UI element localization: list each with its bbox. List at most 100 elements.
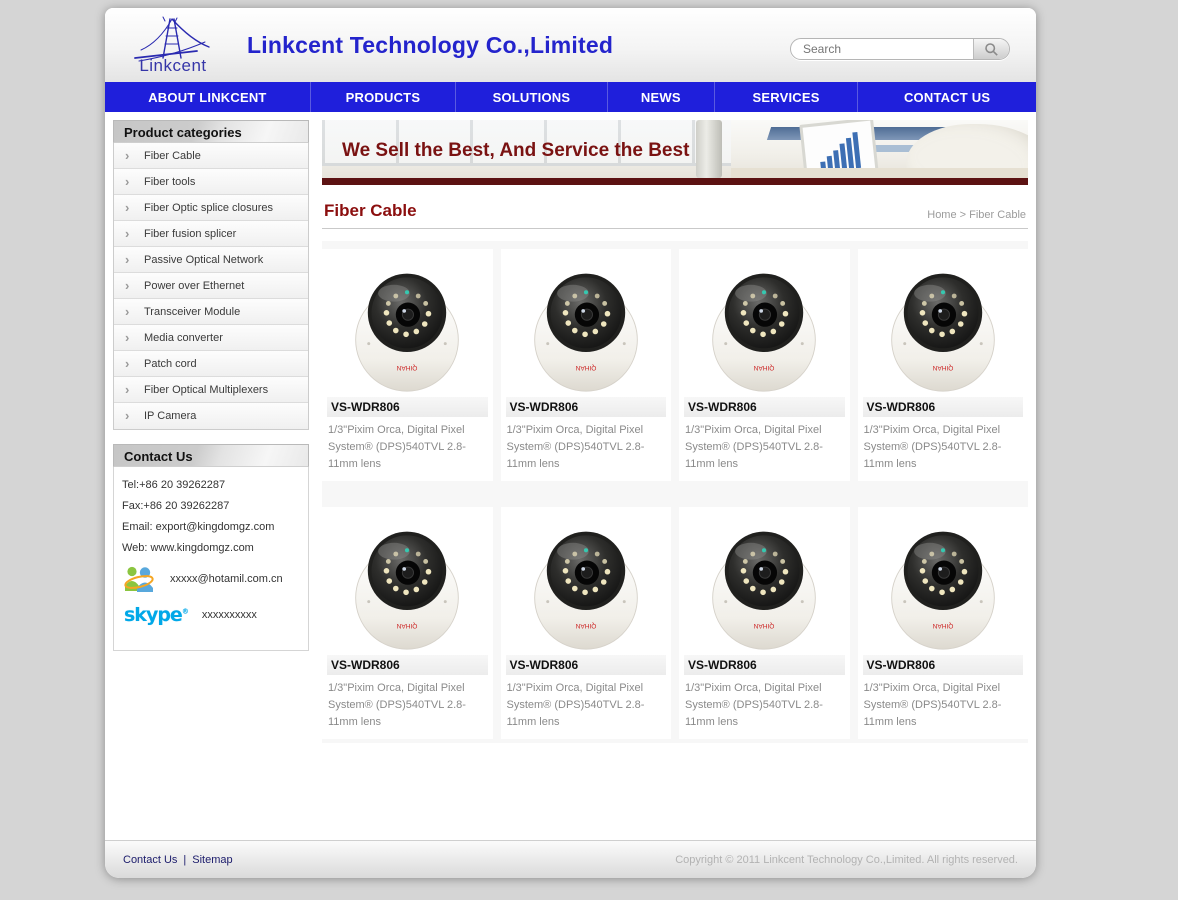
skype-row: skype® xxxxxxxxxx [122, 604, 300, 626]
nav-item[interactable]: PRODUCTS [310, 82, 455, 112]
nav-item[interactable]: NEWS [607, 82, 714, 112]
camera-brand-mark: QIHAN [754, 364, 775, 371]
product-image[interactable]: QIHAN [327, 251, 488, 397]
breadcrumb-home-link[interactable]: Home [927, 209, 956, 221]
sidebar-category-item[interactable]: › Power over Ethernet [114, 273, 308, 299]
skype-logo: skype® [122, 604, 190, 626]
product-image[interactable]: QIHAN [684, 509, 845, 655]
dome-camera-image: QIHAN [694, 254, 834, 394]
camera-brand-mark: QIHAN [932, 622, 953, 629]
product-card[interactable]: QIHAN VS-WDR806 1/3"Pixim Orca, Digital … [858, 507, 1029, 739]
search-icon [984, 42, 999, 57]
product-card[interactable]: QIHAN VS-WDR806 1/3"Pixim Orca, Digital … [858, 249, 1029, 481]
page-title: Fiber Cable [324, 201, 417, 221]
product-image[interactable]: QIHAN [506, 251, 667, 397]
chevron-right-icon: › [125, 143, 129, 169]
product-card[interactable]: QIHAN VS-WDR806 1/3"Pixim Orca, Digital … [501, 507, 672, 739]
category-label: Fiber tools [144, 176, 195, 188]
category-label: Fiber Optical Multiplexers [144, 384, 268, 396]
nav-item[interactable]: SOLUTIONS [455, 82, 607, 112]
product-categories-box: Product categories › Fiber Cable › Fiber… [113, 120, 309, 430]
camera-brand-mark: QIHAN [397, 364, 418, 371]
dome-camera-image: QIHAN [694, 512, 834, 652]
contact-line: Fax:+86 20 39262287 [122, 500, 300, 512]
camera-brand-mark: QIHAN [932, 364, 953, 371]
product-name[interactable]: VS-WDR806 [506, 655, 667, 675]
chevron-right-icon: › [125, 195, 129, 221]
product-image[interactable]: QIHAN [684, 251, 845, 397]
category-label: Transceiver Module [144, 306, 240, 318]
skype-id: xxxxxxxxxx [202, 609, 257, 621]
breadcrumb-separator: > [957, 209, 970, 221]
product-name[interactable]: VS-WDR806 [863, 397, 1024, 417]
breadcrumb: Home > Fiber Cable [927, 209, 1026, 221]
category-label: Fiber Cable [144, 150, 201, 162]
chevron-right-icon: › [125, 221, 129, 247]
banner-pillar [696, 120, 722, 178]
sidebar-category-item[interactable]: › Fiber Optic splice closures [114, 195, 308, 221]
msn-row: xxxxx@hotamil.com.cn [122, 563, 300, 594]
footer-separator: | [183, 854, 186, 866]
dome-camera-image: QIHAN [337, 254, 477, 394]
nav-item[interactable]: SERVICES [714, 82, 857, 112]
footer-contact-link[interactable]: Contact Us [123, 854, 177, 866]
category-label: Media converter [144, 332, 223, 344]
chevron-right-icon: › [125, 351, 129, 377]
camera-brand-mark: QIHAN [575, 364, 596, 371]
sidebar-category-item[interactable]: › Fiber tools [114, 169, 308, 195]
product-name[interactable]: VS-WDR806 [327, 397, 488, 417]
category-list: › Fiber Cable › Fiber tools › Fiber Opti… [113, 143, 309, 430]
site-title: Linkcent Technology Co.,Limited [247, 32, 613, 59]
product-name[interactable]: VS-WDR806 [863, 655, 1024, 675]
sidebar-category-item[interactable]: › Transceiver Module [114, 299, 308, 325]
site-header: Linkcent Linkcent Technology Co.,Limited [105, 8, 1036, 82]
product-name[interactable]: VS-WDR806 [506, 397, 667, 417]
chevron-right-icon: › [125, 273, 129, 299]
product-name[interactable]: VS-WDR806 [684, 397, 845, 417]
product-image[interactable]: QIHAN [327, 509, 488, 655]
page-card: Linkcent Linkcent Technology Co.,Limited… [105, 8, 1036, 878]
footer-sitemap-link[interactable]: Sitemap [192, 854, 232, 866]
sidebar-category-item[interactable]: › Media converter [114, 325, 308, 351]
product-card[interactable]: QIHAN VS-WDR806 1/3"Pixim Orca, Digital … [501, 249, 672, 481]
product-description: 1/3"Pixim Orca, Digital Pixel System® (D… [506, 675, 667, 731]
contact-us-body: Tel:+86 20 39262287 Fax:+86 20 39262287 … [113, 467, 309, 651]
search-button[interactable] [973, 39, 1009, 59]
sidebar-category-item[interactable]: › Patch cord [114, 351, 308, 377]
product-card[interactable]: QIHAN VS-WDR806 1/3"Pixim Orca, Digital … [679, 249, 850, 481]
nav-item[interactable]: CONTACT US [857, 82, 1036, 112]
dome-camera-image: QIHAN [873, 254, 1013, 394]
contact-us-header: Contact Us [113, 444, 309, 467]
product-description: 1/3"Pixim Orca, Digital Pixel System® (D… [684, 675, 845, 731]
nav-item[interactable]: ABOUT LINKCENT [105, 82, 310, 112]
product-image[interactable]: QIHAN [863, 251, 1024, 397]
msn-messenger-icon [122, 563, 158, 594]
product-image[interactable]: QIHAN [863, 509, 1024, 655]
product-description: 1/3"Pixim Orca, Digital Pixel System® (D… [863, 675, 1024, 731]
banner-window-sill [322, 163, 731, 166]
product-description: 1/3"Pixim Orca, Digital Pixel System® (D… [863, 417, 1024, 473]
camera-brand-mark: QIHAN [575, 622, 596, 629]
search-input[interactable] [791, 39, 973, 59]
sidebar-category-item[interactable]: › IP Camera [114, 403, 308, 429]
camera-brand-mark: QIHAN [397, 622, 418, 629]
product-card[interactable]: QIHAN VS-WDR806 1/3"Pixim Orca, Digital … [679, 507, 850, 739]
logo[interactable]: Linkcent [119, 14, 227, 76]
sidebar-category-item[interactable]: › Passive Optical Network [114, 247, 308, 273]
product-name[interactable]: VS-WDR806 [684, 655, 845, 675]
breadcrumb-current: Fiber Cable [969, 209, 1026, 221]
product-description: 1/3"Pixim Orca, Digital Pixel System® (D… [684, 417, 845, 473]
product-card[interactable]: QIHAN VS-WDR806 1/3"Pixim Orca, Digital … [322, 507, 493, 739]
product-name[interactable]: VS-WDR806 [327, 655, 488, 675]
sidebar-category-item[interactable]: › Fiber fusion splicer [114, 221, 308, 247]
search-box [790, 38, 1010, 60]
product-grid: QIHAN VS-WDR806 1/3"Pixim Orca, Digital … [322, 249, 1028, 739]
sidebar-category-item[interactable]: › Fiber Cable [114, 143, 308, 169]
sidebar-category-item[interactable]: › Fiber Optical Multiplexers [114, 377, 308, 403]
camera-brand-mark: QIHAN [754, 622, 775, 629]
product-card[interactable]: QIHAN VS-WDR806 1/3"Pixim Orca, Digital … [322, 249, 493, 481]
main-nav: ABOUT LINKCENT PRODUCTS SOLUTIONS NEWS S… [105, 82, 1036, 112]
product-image[interactable]: QIHAN [506, 509, 667, 655]
contact-line: Tel:+86 20 39262287 [122, 479, 300, 491]
chevron-right-icon: › [125, 325, 129, 351]
